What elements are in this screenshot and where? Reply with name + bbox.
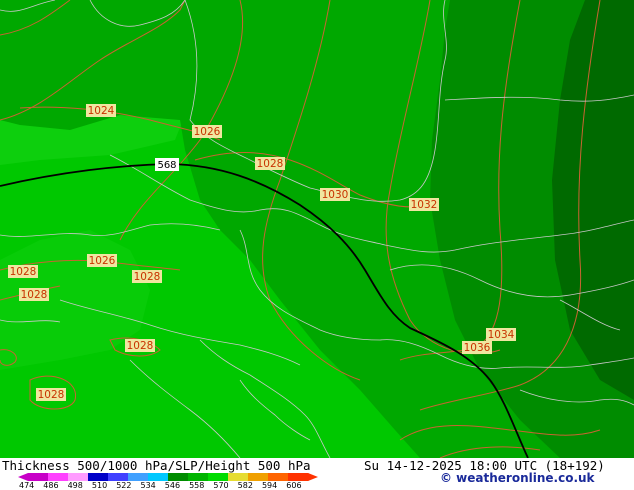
svg-text:1036: 1036 — [464, 342, 491, 354]
legend-swatch — [68, 473, 89, 481]
legend-tick-label: 534 — [140, 481, 156, 490]
svg-text:1034: 1034 — [488, 329, 515, 341]
pressure-label: 1030 — [320, 188, 350, 201]
pressure-label: 1028 — [125, 339, 155, 352]
svg-text:1024: 1024 — [88, 105, 115, 117]
svg-text:1028: 1028 — [21, 289, 48, 301]
legend-swatch — [268, 473, 289, 481]
legend-tick-label: 594 — [261, 481, 278, 490]
legend-tick-label: 546 — [164, 481, 181, 490]
pressure-label: 1032 — [409, 198, 439, 211]
legend-swatch — [188, 473, 209, 481]
legend-arrow-left — [18, 473, 28, 481]
svg-text:1028: 1028 — [10, 266, 37, 278]
legend-swatch — [108, 473, 129, 481]
svg-text:1028: 1028 — [127, 340, 154, 352]
map-title: Thickness 500/1000 hPa/SLP/Height 500 hP… — [2, 458, 311, 473]
pressure-label: 1026 — [192, 125, 222, 138]
legend-tick-label: 606 — [286, 481, 302, 490]
svg-text:1028: 1028 — [134, 271, 161, 283]
legend-tick-label: 570 — [213, 481, 229, 490]
legend-tick-label: 474 — [19, 481, 35, 490]
legend-arrow-right — [308, 473, 318, 481]
legend-swatch — [148, 473, 169, 481]
legend-swatch — [248, 473, 269, 481]
height-label-568: 568 — [155, 158, 179, 171]
pressure-label: 1034 — [486, 328, 516, 341]
pressure-label: 1028 — [19, 288, 49, 301]
pressure-label: 1028 — [132, 270, 162, 283]
legend-tick-label: 582 — [237, 481, 253, 490]
svg-text:1026: 1026 — [194, 126, 221, 138]
legend-ticks: 474 486 498 510 522 534 546 558 570 582 594 606 — [19, 481, 311, 490]
svg-text:1032: 1032 — [411, 199, 438, 211]
legend-tick-label: 558 — [189, 481, 205, 490]
legend-swatch — [228, 473, 249, 481]
pressure-label: 1024 — [86, 104, 116, 117]
legend-swatch — [88, 473, 109, 481]
svg-text:1028: 1028 — [257, 158, 284, 170]
legend-swatch — [128, 473, 149, 481]
weather-map: 568 1024 1026 1028 1030 1032 1026 1028 1… — [0, 0, 634, 458]
pressure-label: 1036 — [462, 341, 492, 354]
credit-link[interactable]: © weatheronline.co.uk — [440, 471, 595, 485]
legend-swatch — [28, 473, 49, 481]
svg-text:1026: 1026 — [89, 255, 116, 267]
legend-swatch — [208, 473, 229, 481]
legend-swatch — [48, 473, 69, 481]
pressure-label: 1028 — [255, 157, 285, 170]
legend-swatch — [288, 473, 309, 481]
legend-tick-label: 522 — [116, 481, 132, 490]
pressure-label: 1028 — [36, 388, 66, 401]
pressure-label: 1026 — [87, 254, 117, 267]
svg-text:1028: 1028 — [38, 389, 65, 401]
legend-tick-label: 486 — [43, 481, 59, 490]
legend-swatch — [168, 473, 189, 481]
legend-tick-label: 498 — [67, 481, 83, 490]
legend-tick-label: 510 — [91, 481, 108, 490]
svg-text:1030: 1030 — [322, 189, 349, 201]
pressure-label: 1028 — [8, 265, 38, 278]
svg-text:568: 568 — [157, 160, 176, 171]
